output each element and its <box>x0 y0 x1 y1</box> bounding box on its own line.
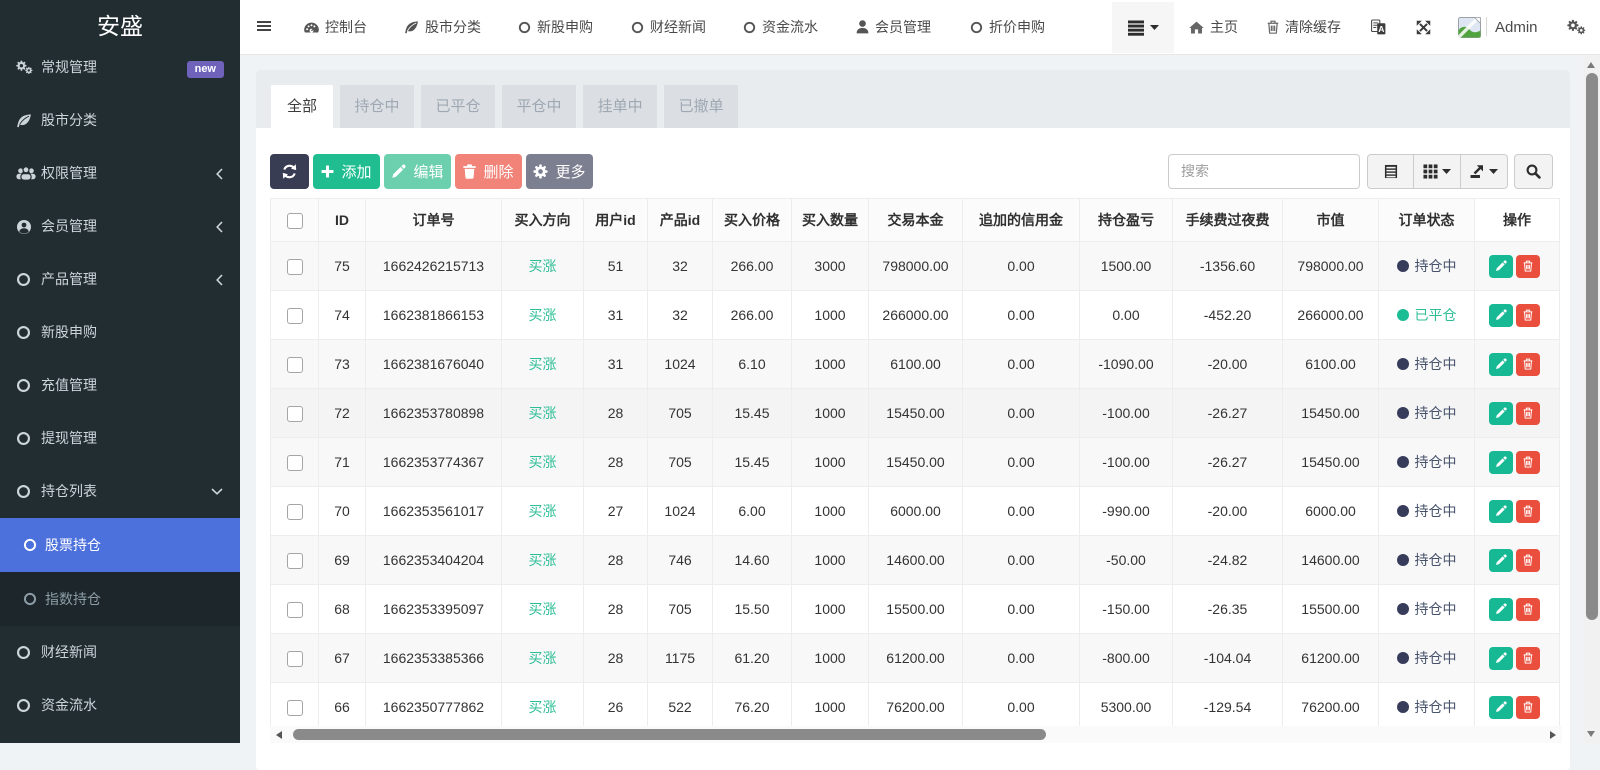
svg-text:A: A <box>1378 24 1384 34</box>
